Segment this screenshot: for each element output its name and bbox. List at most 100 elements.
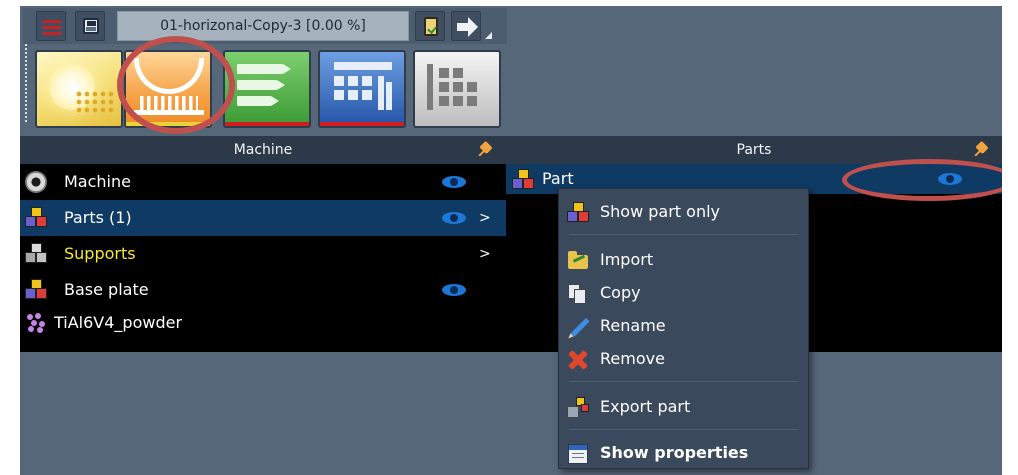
hamburger-line bbox=[43, 32, 61, 35]
tree-item-label: TiAl6V4_powder bbox=[54, 313, 183, 332]
gear-icon bbox=[25, 171, 47, 193]
cube bbox=[36, 252, 47, 263]
module-tile-machine-parts[interactable] bbox=[124, 50, 212, 128]
grid-cell bbox=[362, 90, 372, 100]
next-step-button[interactable] bbox=[451, 11, 481, 41]
tree-item-base-plate[interactable]: Base plate bbox=[20, 272, 506, 308]
menu-item-import[interactable]: Import bbox=[559, 245, 808, 275]
cube bbox=[567, 211, 578, 222]
save-button[interactable] bbox=[75, 11, 105, 41]
properties-shape bbox=[568, 444, 588, 464]
gray-cell bbox=[453, 68, 463, 78]
dotted-separator bbox=[25, 44, 27, 124]
pencil-icon bbox=[567, 316, 590, 338]
module-tile-slicing-grid[interactable] bbox=[318, 50, 406, 128]
folder-import-icon bbox=[567, 250, 589, 272]
tree-item-supports[interactable]: Supports > bbox=[20, 236, 506, 272]
properties-icon bbox=[567, 443, 589, 465]
platform-bars bbox=[140, 96, 198, 110]
x-shape bbox=[567, 349, 589, 371]
eye-visibility-icon[interactable] bbox=[442, 284, 466, 296]
powder-dot bbox=[37, 327, 43, 333]
menu-separator bbox=[569, 381, 798, 382]
powder-dot bbox=[31, 320, 37, 326]
arrow-right-icon-head bbox=[468, 17, 478, 37]
menu-item-label: Show properties bbox=[600, 443, 749, 462]
pin-icon[interactable] bbox=[478, 142, 494, 158]
menu-item-label: Copy bbox=[600, 283, 641, 302]
hamburger-menu-icon bbox=[43, 20, 61, 23]
tree-item-label: Machine bbox=[64, 172, 131, 191]
machine-panel-header: Machine bbox=[20, 136, 506, 164]
cube bbox=[523, 178, 534, 189]
copy-icon bbox=[567, 283, 589, 305]
module-tile-report[interactable] bbox=[413, 50, 501, 128]
menu-item-show-part-only[interactable]: Show part only bbox=[559, 197, 808, 227]
pencil-shape bbox=[570, 317, 590, 338]
toolbar-expand-corner[interactable] bbox=[485, 32, 492, 39]
module-tile-process-list[interactable] bbox=[223, 50, 311, 128]
cubes-icon bbox=[25, 207, 47, 229]
powder-dot bbox=[27, 314, 33, 320]
menu-item-remove[interactable]: Remove bbox=[559, 344, 808, 374]
parts-panel-title: Parts bbox=[736, 142, 772, 158]
eye-visibility-icon[interactable] bbox=[938, 173, 962, 185]
top-toolbar: 01-horizonal-Copy-3 [0.00 %] bbox=[23, 8, 507, 44]
tree-item-machine[interactable]: Machine bbox=[20, 164, 506, 200]
grid-cell bbox=[362, 76, 372, 86]
gray-cell bbox=[439, 68, 449, 78]
clipboard-button[interactable] bbox=[415, 11, 445, 41]
project-title: 01-horizonal-Copy-3 [0.00 %] bbox=[117, 11, 409, 41]
clipboard-check-icon bbox=[424, 17, 438, 36]
gray-cell bbox=[453, 96, 463, 106]
cubes-icon bbox=[512, 169, 534, 191]
tile-underline bbox=[126, 122, 210, 126]
gray-cell bbox=[439, 96, 449, 106]
grid-cell bbox=[348, 90, 358, 100]
tree-item-label: Supports bbox=[64, 244, 136, 263]
cubes-icon bbox=[25, 279, 47, 301]
powder-dots bbox=[75, 90, 115, 116]
cube bbox=[36, 288, 47, 299]
menu-separator bbox=[569, 234, 798, 235]
menu-separator bbox=[569, 429, 798, 430]
eye-visibility-icon[interactable] bbox=[442, 212, 466, 224]
context-menu: Show part only Import Copy Rename Remove bbox=[558, 188, 809, 469]
copy-page bbox=[574, 289, 586, 304]
menu-item-label: Show part only bbox=[600, 202, 720, 221]
powder-dot bbox=[28, 326, 34, 332]
arrow-rows-icon bbox=[237, 64, 291, 74]
menu-item-show-properties[interactable]: Show properties bbox=[559, 438, 808, 468]
menu-item-rename[interactable]: Rename bbox=[559, 311, 808, 341]
cube bbox=[578, 211, 589, 222]
tile-underline bbox=[225, 122, 309, 126]
red-x-icon bbox=[567, 349, 589, 371]
menu-item-label: Import bbox=[600, 250, 654, 269]
tree-item-powder[interactable]: TiAl6V4_powder bbox=[20, 308, 506, 338]
module-tile-build-environment[interactable] bbox=[35, 50, 123, 128]
machine-panel-title: Machine bbox=[233, 142, 293, 158]
gray-cell bbox=[439, 82, 449, 92]
powder-dot bbox=[35, 313, 41, 319]
export-box bbox=[567, 406, 579, 418]
pin-icon[interactable] bbox=[974, 142, 990, 158]
chevron-right-icon[interactable]: > bbox=[479, 200, 491, 236]
grid-bar bbox=[378, 76, 384, 110]
cube bbox=[512, 178, 523, 189]
gray-cell bbox=[467, 96, 477, 106]
cube bbox=[25, 252, 36, 263]
cube bbox=[581, 404, 589, 412]
chevron-right-icon[interactable]: > bbox=[479, 236, 491, 272]
platform-arc-icon bbox=[134, 58, 204, 94]
menu-item-export-part[interactable]: Export part bbox=[559, 392, 808, 422]
menu-item-copy[interactable]: Copy bbox=[559, 278, 808, 308]
cubes-icon bbox=[567, 202, 589, 224]
grid-cell bbox=[334, 76, 344, 86]
arrow-row bbox=[237, 96, 279, 106]
tree-item-parts[interactable]: Parts (1) > bbox=[20, 200, 506, 236]
tree-item-label: Base plate bbox=[64, 280, 149, 299]
eye-visibility-icon[interactable] bbox=[442, 176, 466, 188]
floppy-save-icon bbox=[83, 18, 99, 34]
menu-button[interactable] bbox=[36, 11, 66, 41]
gray-cell bbox=[467, 82, 477, 92]
